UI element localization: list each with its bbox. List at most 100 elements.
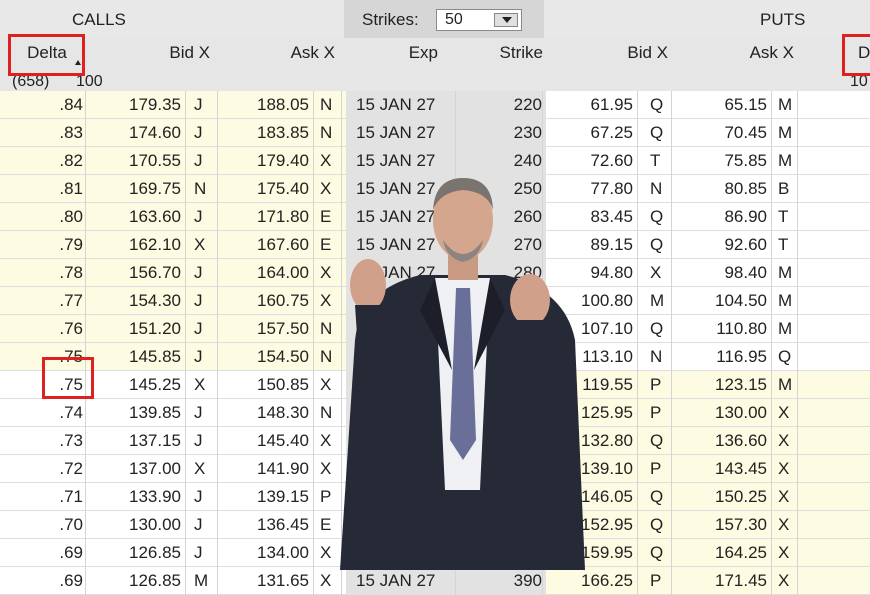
cell-put-bid-exchange: Q	[646, 427, 672, 455]
cell-delta: .79	[0, 231, 86, 259]
cell-exp: 15 JAN 27	[346, 119, 456, 147]
table-row[interactable]: .69 126.85 M 131.65 X 15 JAN 27 390 166.25 P 171.…	[0, 567, 870, 595]
cell-call-bid: 174.60	[88, 119, 186, 147]
cell-call-ask-exchange: E	[316, 203, 342, 231]
cell-call-bid: 163.60	[88, 203, 186, 231]
puts-label: PUTS	[760, 10, 806, 29]
cell-call-ask-exchange: X	[316, 427, 342, 455]
cell-delta: .84	[0, 91, 86, 119]
cell-put-ask-exchange: M	[774, 259, 798, 287]
cell-put-ask-exchange: B	[774, 175, 798, 203]
cell-call-ask-exchange: X	[316, 567, 342, 595]
cell-put-ask-exchange: Q	[774, 343, 798, 371]
cell-call-bid: 130.00	[88, 511, 186, 539]
cell-call-bid: 156.70	[88, 259, 186, 287]
cell-call-ask: 145.40	[218, 427, 314, 455]
cell-call-bid: 162.10	[88, 231, 186, 259]
column-header-strike[interactable]: Strike	[445, 43, 543, 63]
cell-put-ask: 123.15	[672, 371, 772, 399]
cell-put-ask-exchange: X	[774, 539, 798, 567]
column-header-put-bid[interactable]: Bid X	[570, 43, 668, 63]
cell-put-ask: 110.80	[672, 315, 772, 343]
cell-call-ask: 154.50	[218, 343, 314, 371]
cell-delta: .69	[0, 567, 86, 595]
cell-put-ask: 80.85	[672, 175, 772, 203]
cell-put-bid-exchange: P	[646, 399, 672, 427]
cell-put-ask: 143.45	[672, 455, 772, 483]
cell-delta: .73	[0, 427, 86, 455]
cell-call-ask: 150.85	[218, 371, 314, 399]
put-delta-header-highlight	[842, 34, 870, 76]
chevron-down-icon[interactable]	[494, 13, 518, 27]
cell-call-bid: 169.75	[88, 175, 186, 203]
cell-put-bid-exchange: Q	[646, 483, 672, 511]
column-header-exp[interactable]: Exp	[350, 43, 438, 63]
cell-put-bid: 166.25	[548, 567, 638, 595]
cell-delta: .83	[0, 119, 86, 147]
cell-call-ask-exchange: X	[316, 175, 342, 203]
cell-call-bid: 145.25	[88, 371, 186, 399]
cell-call-bid-exchange: X	[190, 455, 218, 483]
cell-call-bid: 137.15	[88, 427, 186, 455]
cell-put-bid-exchange: P	[646, 455, 672, 483]
cell-put-ask-exchange: X	[774, 399, 798, 427]
cell-put-bid-exchange: Q	[646, 231, 672, 259]
cell-call-ask: 160.75	[218, 287, 314, 315]
cell-put-bid-exchange: P	[646, 567, 672, 595]
cell-call-bid-exchange: M	[190, 567, 218, 595]
cell-call-ask: 131.65	[218, 567, 314, 595]
cell-delta: .76	[0, 315, 86, 343]
cell-put-ask-exchange: M	[774, 371, 798, 399]
cell-put-ask: 75.85	[672, 147, 772, 175]
column-header-call-bid[interactable]: Bid X	[120, 43, 210, 63]
cell-call-ask: 141.90	[218, 455, 314, 483]
cell-call-bid-exchange: J	[190, 287, 218, 315]
cell-put-bid-exchange: M	[646, 287, 672, 315]
cell-call-bid: 133.90	[88, 483, 186, 511]
cell-put-bid-exchange: N	[646, 175, 672, 203]
cell-put-ask: 86.90	[672, 203, 772, 231]
cell-put-ask: 104.50	[672, 287, 772, 315]
cell-put-bid-exchange: P	[646, 371, 672, 399]
strikes-dropdown[interactable]: 50	[436, 9, 522, 31]
table-row[interactable]: .83 174.60 J 183.85 N 15 JAN 27 230 67.25 Q 70.45…	[0, 119, 870, 147]
cell-call-ask: 136.45	[218, 511, 314, 539]
presenter-photo	[340, 178, 585, 570]
cell-call-ask: 164.00	[218, 259, 314, 287]
cell-call-ask: 134.00	[218, 539, 314, 567]
cell-exp: 15 JAN 27	[346, 91, 456, 119]
cell-put-bid-exchange: Q	[646, 119, 672, 147]
delta-header-highlight	[8, 34, 85, 76]
cell-call-bid-exchange: X	[190, 371, 218, 399]
cell-call-ask: 139.15	[218, 483, 314, 511]
cell-put-ask: 157.30	[672, 511, 772, 539]
cell-call-bid: 145.85	[88, 343, 186, 371]
cell-call-ask-exchange: E	[316, 511, 342, 539]
cell-delta: .77	[0, 287, 86, 315]
cell-put-ask-exchange: T	[774, 203, 798, 231]
cell-put-ask: 70.45	[672, 119, 772, 147]
cell-call-bid: 151.20	[88, 315, 186, 343]
cell-call-ask: 148.30	[218, 399, 314, 427]
cell-delta: .82	[0, 147, 86, 175]
cell-delta: .71	[0, 483, 86, 511]
cell-strike: 390	[445, 567, 543, 595]
column-header-call-ask[interactable]: Ask X	[240, 43, 335, 63]
cell-put-bid: 67.25	[548, 119, 638, 147]
cell-call-bid-exchange: J	[190, 147, 218, 175]
cell-call-ask-exchange: X	[316, 539, 342, 567]
table-row[interactable]: .84 179.35 J 188.05 N 15 JAN 27 220 61.95 Q 65.15…	[0, 91, 870, 119]
cell-call-bid-exchange: N	[190, 175, 218, 203]
column-header-put-ask[interactable]: Ask X	[690, 43, 794, 63]
cell-put-bid: 61.95	[548, 91, 638, 119]
cell-put-bid-exchange: X	[646, 259, 672, 287]
cell-delta: .81	[0, 175, 86, 203]
cell-call-bid: 137.00	[88, 455, 186, 483]
cell-delta: .78	[0, 259, 86, 287]
cell-call-ask: 179.40	[218, 147, 314, 175]
cell-call-bid: 154.30	[88, 287, 186, 315]
cell-call-ask-exchange: X	[316, 147, 342, 175]
cell-put-ask-exchange: T	[774, 231, 798, 259]
cell-put-bid-exchange: Q	[646, 511, 672, 539]
cell-delta: .70	[0, 511, 86, 539]
